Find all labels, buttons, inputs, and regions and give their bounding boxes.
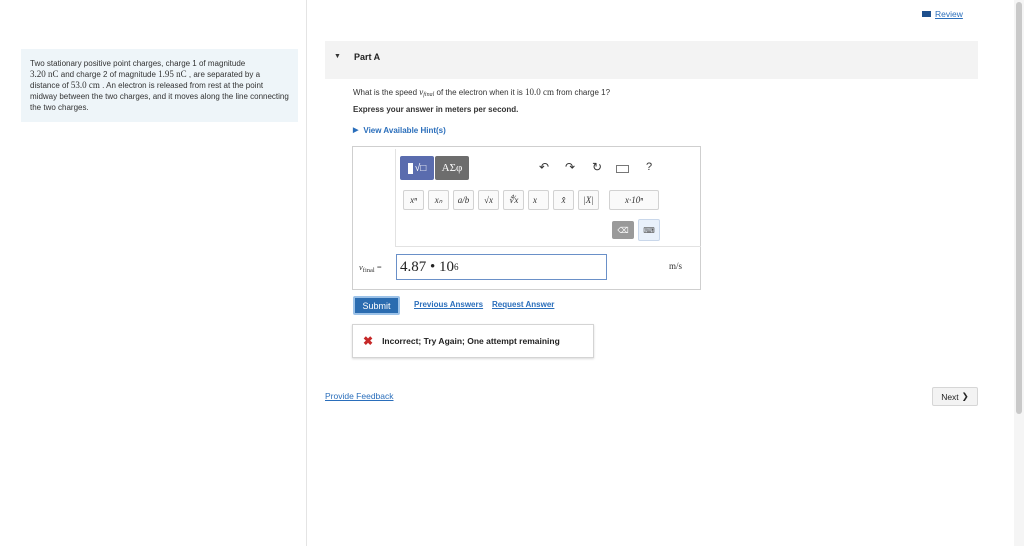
feedback-message: ✖ Incorrect; Try Again; One attempt rema… xyxy=(352,324,594,358)
previous-answers-link[interactable]: Previous Answers xyxy=(414,300,483,309)
subscript-button[interactable]: xₙ xyxy=(428,190,449,210)
page: Two stationary positive point charges, c… xyxy=(0,0,1024,546)
redo-icon[interactable]: ↷ xyxy=(563,160,577,174)
answer-unit: m/s xyxy=(669,261,683,271)
review-icon xyxy=(922,11,931,17)
question-segment: What is the speed xyxy=(353,88,420,97)
answer-var-subscript: final xyxy=(362,267,375,274)
keyboard-shortcuts-icon[interactable] xyxy=(616,165,629,173)
nth-root-button[interactable]: ∜x xyxy=(503,190,524,210)
absolute-value-button[interactable]: |X| xyxy=(578,190,599,210)
delete-icon[interactable]: ⌫ xyxy=(612,221,634,239)
greek-symbols-button[interactable]: ΑΣφ xyxy=(435,156,469,180)
submit-button[interactable]: Submit xyxy=(353,296,400,315)
reset-icon[interactable]: ↻ xyxy=(590,160,604,174)
answer-variable-label: vfinal = xyxy=(359,262,382,274)
review-link[interactable]: Review xyxy=(922,9,963,19)
sqrt-button[interactable]: √x xyxy=(478,190,499,210)
symbol-row: xⁿ xₙ a/b √x ∜x x⃗ x̂ |X| x·10ⁿ xyxy=(403,190,659,210)
templates-button[interactable]: √□ xyxy=(400,156,434,180)
question-text: What is the speed vfinal of the electron… xyxy=(353,87,610,98)
problem-text: and charge 2 of magnitude xyxy=(58,70,159,79)
fraction-button[interactable]: a/b xyxy=(453,190,474,210)
equals-sign: = xyxy=(374,262,382,272)
scientific-notation-button[interactable]: x·10ⁿ xyxy=(609,190,659,210)
answer-instruction: Express your answer in meters per second… xyxy=(353,105,519,114)
distance-value: 53.0 cm xyxy=(70,80,100,90)
chevron-right-icon: ❯ xyxy=(961,391,969,401)
view-hints-link[interactable]: ▶ View Available Hint(s) xyxy=(353,126,446,135)
template-square-icon xyxy=(407,162,413,174)
hints-label: View Available Hint(s) xyxy=(363,126,446,135)
panel-divider xyxy=(306,0,307,546)
question-var-subscript: final xyxy=(423,92,435,98)
templates-label: √□ xyxy=(414,162,427,174)
answer-value: 4.87 • 10 xyxy=(400,258,455,275)
scrollbar[interactable] xyxy=(1014,0,1024,546)
undo-icon[interactable]: ↶ xyxy=(537,160,551,174)
collapse-caret-icon[interactable]: ▼ xyxy=(334,53,341,60)
template-group: √□ ΑΣφ xyxy=(400,156,469,180)
next-button[interactable]: Next ❯ xyxy=(932,387,978,406)
question-segment: from charge 1? xyxy=(554,88,611,97)
expand-caret-icon: ▶ xyxy=(353,127,359,134)
help-icon[interactable]: ? xyxy=(646,161,652,173)
review-label: Review xyxy=(935,9,963,19)
scrollbar-thumb[interactable] xyxy=(1016,2,1022,414)
incorrect-icon: ✖ xyxy=(363,334,374,348)
provide-feedback-link[interactable]: Provide Feedback xyxy=(325,391,394,401)
problem-text: Two stationary positive point charges, c… xyxy=(30,59,246,68)
vector-button[interactable]: x⃗ xyxy=(528,190,549,210)
unit-vector-button[interactable]: x̂ xyxy=(553,190,574,210)
problem-statement: Two stationary positive point charges, c… xyxy=(21,49,298,122)
part-title: Part A xyxy=(354,52,381,62)
keyboard-icon[interactable]: ⌨ xyxy=(638,219,660,241)
question-distance: 10.0 cm xyxy=(525,87,554,97)
answer-exponent: 6 xyxy=(454,262,459,272)
next-label: Next xyxy=(941,391,959,402)
answer-input[interactable]: 4.87 • 10 6 xyxy=(396,254,607,280)
superscript-button[interactable]: xⁿ xyxy=(403,190,424,210)
question-segment: of the electron when it is xyxy=(434,88,525,97)
feedback-text: Incorrect; Try Again; One attempt remain… xyxy=(382,336,560,346)
charge1-value: 3.20 nC xyxy=(30,69,59,79)
request-answer-link[interactable]: Request Answer xyxy=(492,300,554,309)
part-header[interactable] xyxy=(325,41,978,79)
charge2-value: 1.95 nC xyxy=(158,69,187,79)
question-variable: vfinal xyxy=(419,87,435,98)
